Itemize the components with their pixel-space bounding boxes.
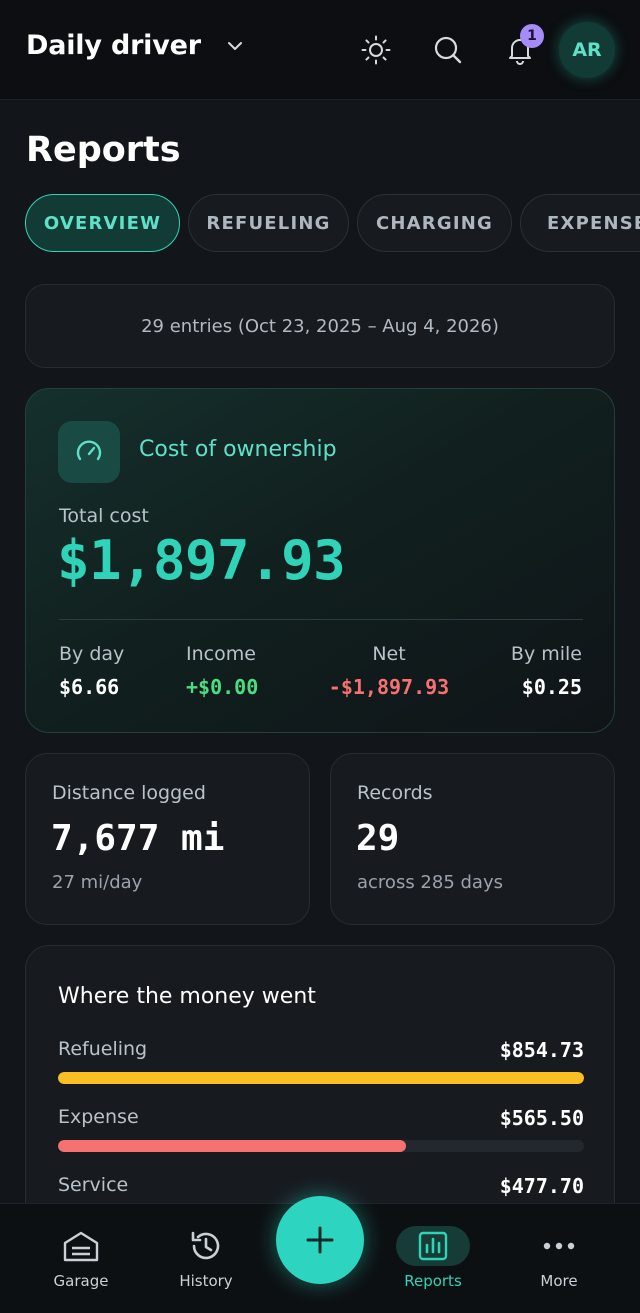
total-cost-value: $1,897.93: [57, 529, 346, 592]
stat-by-day: By day $6.66: [59, 643, 124, 699]
top-app-bar: Daily driver 1 AR: [0, 0, 640, 100]
breakdown-bar-expense: [58, 1140, 407, 1152]
breakdown-title: Where the money went: [58, 984, 316, 1009]
gauge-icon: [76, 440, 102, 461]
cost-of-ownership-card: Cost of ownership Total cost $1,897.93 B…: [25, 388, 615, 733]
vehicle-selector[interactable]: Daily driver: [26, 30, 245, 61]
breakdown-label: Service: [58, 1174, 129, 1196]
nav-label: More: [540, 1272, 578, 1290]
records-label: Records: [357, 782, 433, 804]
breakdown-amount: $565.50: [499, 1106, 584, 1130]
stat-value: $0.25: [521, 675, 582, 699]
nav-reports[interactable]: Reports: [378, 1204, 488, 1313]
stat-value: -$1,897.93: [328, 675, 450, 699]
breakdown-label: Expense: [58, 1106, 139, 1128]
breakdown-amount: $477.70: [499, 1174, 584, 1198]
stat-by-mile: By mile $0.25: [511, 643, 582, 699]
nav-more[interactable]: More: [504, 1204, 614, 1313]
notification-badge: 1: [520, 24, 544, 48]
stat-income: Income +$0.00: [186, 643, 258, 699]
stat-label: By day: [59, 643, 125, 665]
tab-expense[interactable]: EXPENSE: [520, 194, 640, 252]
search-button[interactable]: [428, 30, 468, 70]
breakdown-bar-refueling: [58, 1072, 584, 1084]
distance-per-day: 27 mi/day: [52, 872, 143, 893]
stat-label: Net: [372, 643, 406, 665]
breakdown-track: [58, 1072, 584, 1084]
history-icon: [191, 1231, 220, 1260]
stat-value: +$0.00: [186, 675, 259, 699]
notifications-button[interactable]: 1: [500, 24, 544, 70]
nav-label: Reports: [404, 1272, 462, 1290]
avatar[interactable]: AR: [559, 22, 615, 78]
bar-chart-icon: [418, 1231, 448, 1261]
tab-refueling[interactable]: REFUELING: [188, 194, 349, 252]
nav-label: Garage: [53, 1272, 109, 1290]
nav-garage[interactable]: Garage: [26, 1204, 136, 1313]
breakdown-track: [58, 1140, 584, 1152]
divider: [59, 619, 583, 620]
page-title: Reports: [26, 130, 181, 170]
distance-value: 7,677 mi: [51, 818, 225, 859]
stat-value: $6.66: [59, 675, 120, 699]
cost-heading: Cost of ownership: [139, 437, 337, 462]
records-card: Records 29 across 285 days: [330, 753, 615, 925]
add-entry-button[interactable]: [276, 1196, 364, 1284]
nav-history[interactable]: History: [151, 1204, 261, 1313]
vehicle-name: Daily driver: [26, 30, 201, 61]
theme-toggle-button[interactable]: [356, 30, 396, 70]
total-cost-label: Total cost: [59, 505, 149, 527]
stat-net: Net -$1,897.93: [326, 643, 452, 699]
tab-charging[interactable]: CHARGING: [357, 194, 512, 252]
breakdown-amount: $854.73: [499, 1038, 584, 1062]
app-root: Daily driver 1 AR Reports OVERVIEW REFUE…: [0, 0, 640, 1313]
entries-summary: 29 entries (Oct 23, 2025 – Aug 4, 2026): [25, 284, 615, 368]
sun-icon: [361, 35, 391, 65]
distance-label: Distance logged: [52, 782, 206, 804]
more-dots-icon: [543, 1242, 575, 1250]
search-icon: [434, 36, 462, 64]
breakdown-label: Refueling: [58, 1038, 148, 1060]
nav-label: History: [179, 1272, 233, 1290]
stat-label: Income: [186, 643, 256, 665]
records-value: 29: [356, 818, 400, 859]
stat-label: By mile: [510, 643, 582, 665]
distance-logged-card: Distance logged 7,677 mi 27 mi/day: [25, 753, 310, 925]
chevron-down-icon: [227, 41, 242, 50]
cost-icon-box: [58, 421, 120, 483]
tab-overview[interactable]: OVERVIEW: [25, 194, 180, 252]
report-tabs: OVERVIEW REFUELING CHARGING EXPENSE: [25, 194, 640, 252]
garage-icon: [63, 1231, 99, 1262]
records-span: across 285 days: [357, 872, 503, 893]
plus-icon: [306, 1226, 334, 1254]
